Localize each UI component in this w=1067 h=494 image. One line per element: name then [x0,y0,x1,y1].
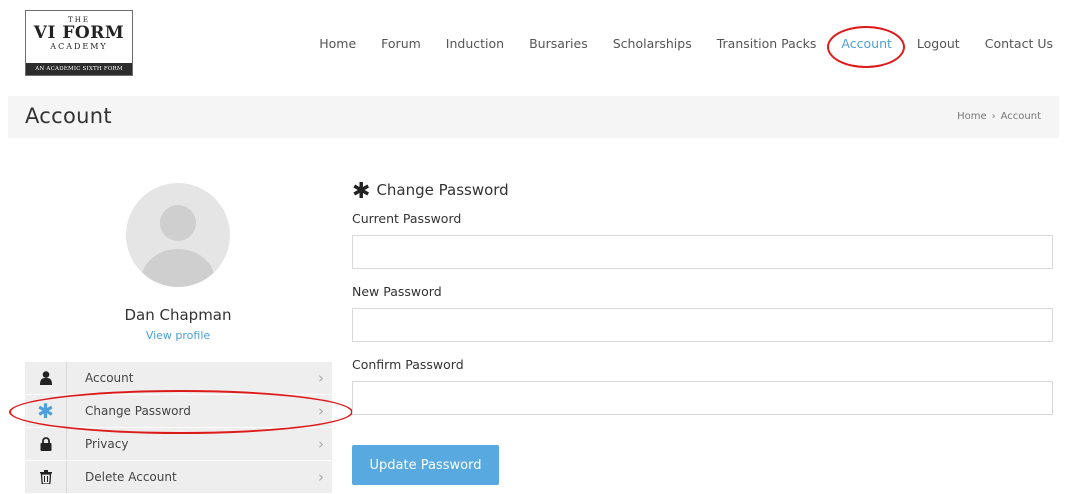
chevron-right-icon: › [318,369,324,387]
form-title: Change Password [376,181,509,199]
page-title: Account [25,104,112,128]
nav-induction[interactable]: Induction [446,36,504,51]
logo-line-academy: ACADEMY [50,42,108,51]
chevron-right-icon: › [318,435,324,453]
view-profile-link-text[interactable]: View profile [146,329,210,342]
view-profile-link[interactable]: View profile [25,329,331,342]
sidebar-item-change-password[interactable]: ✱ Change Password › [25,395,332,427]
sidebar-item-label: Account [85,371,134,385]
sidebar-item-account[interactable]: Account › [25,362,332,394]
sidebar-item-label: Privacy [85,437,129,451]
nav-contact-us[interactable]: Contact Us [985,36,1053,51]
logo-line-viform: VI FORM [33,23,125,43]
lock-icon [25,428,67,460]
user-icon [25,362,67,394]
current-password-field[interactable] [352,235,1053,269]
asterisk-icon: ✱ [352,179,371,204]
chevron-right-icon: › [318,402,324,420]
new-password-label: New Password [352,284,442,299]
sidebar-item-label: Delete Account [85,470,177,484]
user-name: Dan Chapman [124,306,232,324]
chevron-right-icon: › [318,468,324,486]
sidebar-item-delete-account[interactable]: Delete Account › [25,461,332,493]
nav-transition-packs[interactable]: Transition Packs [717,36,817,51]
avatar-body [141,249,215,287]
breadcrumb-home[interactable]: Home [957,111,987,122]
nav-scholarships[interactable]: Scholarships [613,36,692,51]
sidebar-item-label: Change Password [85,404,191,418]
nav-forum[interactable]: Forum [381,36,421,51]
breadcrumb-separator-icon: › [991,111,996,122]
nav-logout[interactable]: Logout [917,36,960,51]
site-logo[interactable]: THE VI FORM ACADEMY AN ACADEMIC SIXTH FO… [25,10,133,76]
sidebar-item-privacy[interactable]: Privacy › [25,428,332,460]
current-password-label: Current Password [352,211,462,226]
confirm-password-label: Confirm Password [352,357,464,372]
confirm-password-field[interactable] [352,381,1053,415]
nav-bursaries[interactable]: Bursaries [529,36,588,51]
asterisk-icon: ✱ [25,395,67,427]
update-password-button[interactable]: Update Password [352,445,499,485]
account-menu: Account › ✱ Change Password › Privacy › … [25,362,332,494]
logo-strip: AN ACADEMIC SIXTH FORM [26,63,132,75]
form-heading: ✱ Change Password [352,179,509,204]
nav-home[interactable]: Home [319,36,356,51]
new-password-field[interactable] [352,308,1053,342]
avatar-head [160,205,196,241]
page-title-bar: Account Home › Account [8,96,1059,138]
trash-icon [25,461,67,493]
breadcrumb-current: Account [1000,111,1041,122]
nav-account[interactable]: Account [841,36,891,51]
main-nav: Home Forum Induction Bursaries Scholarsh… [294,36,1053,51]
breadcrumb: Home › Account [957,111,1041,122]
avatar [126,183,230,287]
